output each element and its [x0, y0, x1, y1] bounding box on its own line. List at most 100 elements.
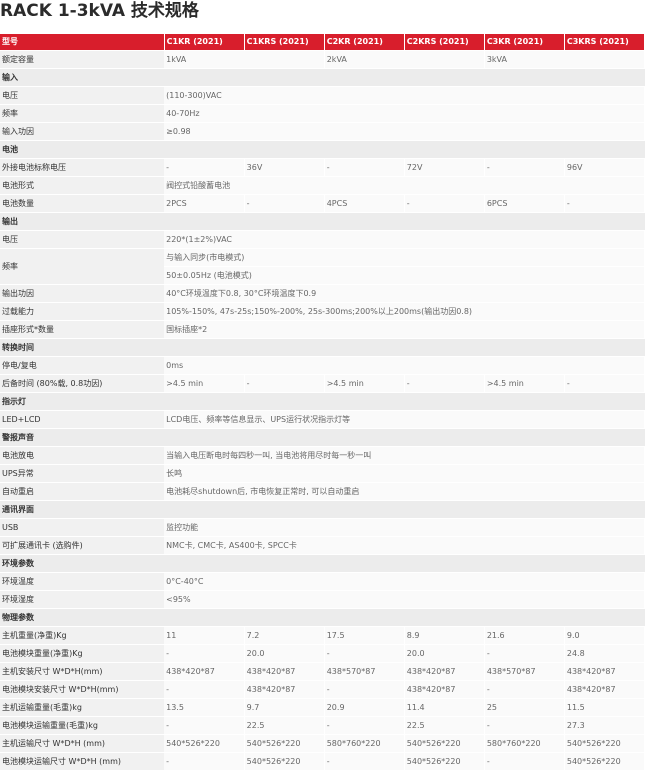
row-label: 电池模块重量(净重)Kg [0, 644, 165, 663]
table-cell: 438*570*87 [484, 662, 565, 681]
row-label: LED+LCD [0, 410, 165, 429]
table-cell: - [484, 158, 565, 177]
row-label: 主机运输重量(毛重)kg [0, 698, 165, 717]
page-title: RACK 1-3kVA 技术规格 [0, 1, 199, 21]
table-row: 电池模块运输尺寸 W*D*H (mm) -540*526*220-540*526*… [0, 752, 645, 771]
table-cell: LCD电压、频率等信息显示、UPS运行状况指示灯等 [164, 410, 645, 429]
row-label: 额定容量 [0, 50, 165, 69]
table-cell: - [164, 644, 245, 663]
table-cell: 36V [244, 158, 325, 177]
table-cell: 438*420*87 [404, 680, 485, 699]
table-cell: 6PCS [484, 194, 565, 213]
table-cell: 540*526*220 [164, 734, 245, 753]
section-title: 物理参数 [0, 608, 645, 627]
table-row: LED+LCD LCD电压、频率等信息显示、UPS运行状况指示灯等 [0, 410, 645, 429]
table-row: 输入功因 ≥0.98 [0, 122, 645, 141]
table-row: 外接电池标称电压 -36V -72V -96V [0, 158, 645, 177]
table-row: USB 监控功能 [0, 518, 645, 537]
table-row: 环境温度 0°C-40°C [0, 572, 645, 591]
table-cell: 4PCS [324, 194, 405, 213]
row-label: 主机重量(净重)Kg [0, 626, 165, 645]
table-cell: 0°C-40°C [164, 572, 645, 591]
table-cell: - [484, 716, 565, 735]
table-cell: 监控功能 [164, 518, 645, 537]
row-label: 停电/复电 [0, 356, 165, 375]
table-cell: 22.5 [404, 716, 485, 735]
table-cell: 96V [564, 158, 645, 177]
row-label: USB [0, 518, 165, 537]
table-cell: 国标插座*2 [164, 320, 645, 339]
section-title: 通讯界面 [0, 500, 645, 519]
row-label: 输入功因 [0, 122, 165, 141]
table-cell: - [164, 158, 245, 177]
header-model: C1KR (2021) [164, 34, 245, 51]
table-cell: - [164, 752, 245, 771]
table-cell: >4.5 min [484, 374, 565, 393]
header-label: 型号 [0, 34, 165, 51]
row-label: 输出功因 [0, 284, 165, 303]
table-row: 电池模块运输重量(毛重)kg -22.5-22.5-27.3 [0, 716, 645, 735]
table-cell: 25 [484, 698, 565, 717]
section-row: 指示灯 [0, 392, 645, 411]
header-model: C2KR (2021) [324, 34, 405, 51]
table-cell: - [564, 374, 645, 393]
table-cell: 72V [404, 158, 485, 177]
table-cell: 9.7 [244, 698, 325, 717]
table-cell: 438*570*87 [324, 662, 405, 681]
row-label: 电池模块运输重量(毛重)kg [0, 716, 165, 735]
row-label: 电压 [0, 86, 165, 105]
table-row: 后备时间 (80%载, 0.8功因) >4.5 min - >4.5 min - >4.5… [0, 374, 645, 393]
table-row: 额定容量 1kVA 2kVA 3kVA [0, 50, 645, 69]
row-label: 后备时间 (80%载, 0.8功因) [0, 374, 165, 393]
row-label: 电池模块安装尺寸 W*D*H(mm) [0, 680, 165, 699]
section-row: 环境参数 [0, 554, 645, 573]
table-cell: 438*420*87 [244, 680, 325, 699]
table-cell: 105%-150%, 47s-25s;150%-200%, 25s-300ms;… [164, 302, 645, 321]
table-row: 电池放电 当输入电压断电时每四秒一叫, 当电池将用尽时每一秒一叫 [0, 446, 645, 465]
table-cell: 220*(1±2%)VAC [164, 230, 645, 249]
section-row: 电池 [0, 140, 645, 159]
table-row: 自动重启 电池耗尽shutdown后, 市电恢复正常时, 可以自动重启 [0, 482, 645, 501]
row-label: 主机运输尺寸 W*D*H (mm) [0, 734, 165, 753]
section-row: 转换时间 [0, 338, 645, 357]
table-cell: 580*760*220 [324, 734, 405, 753]
table-cell: - [244, 374, 325, 393]
row-label: 电池形式 [0, 176, 165, 195]
table-cell: - [484, 644, 565, 663]
table-row: 输出功因 40°C环境温度下0.8, 30°C环境温度下0.9 [0, 284, 645, 303]
row-label: 环境湿度 [0, 590, 165, 609]
table-cell: 22.5 [244, 716, 325, 735]
row-label: 频率 [0, 248, 165, 285]
table-cell: ≥0.98 [164, 122, 645, 141]
section-title: 电池 [0, 140, 645, 159]
table-cell: 540*526*220 [564, 752, 645, 771]
table-cell: 438*420*87 [564, 680, 645, 699]
table-cell: - [404, 374, 485, 393]
cell-line: 与输入同步(市电模式) [166, 253, 245, 262]
table-cell: 9.0 [564, 626, 645, 645]
table-row: 主机安装尺寸 W*D*H(mm) 438*420*87 438*420*87 438*… [0, 662, 645, 681]
spec-table: 型号 C1KR (2021) C1KRS (2021) C2KR (2021) … [0, 34, 645, 771]
row-label: 插座形式*数量 [0, 320, 165, 339]
table-cell: 0ms [164, 356, 645, 375]
row-label: 外接电池标称电压 [0, 158, 165, 177]
table-row: 过载能力 105%-150%, 47s-25s;150%-200%, 25s-30… [0, 302, 645, 321]
table-cell: 11.5 [564, 698, 645, 717]
table-cell: 24.8 [564, 644, 645, 663]
table-cell: 11.4 [404, 698, 485, 717]
row-label: 电池数量 [0, 194, 165, 213]
table-cell: 20.0 [244, 644, 325, 663]
table-row: 电池模块重量(净重)Kg -20.0-20.0-24.8 [0, 644, 645, 663]
table-cell: - [324, 716, 405, 735]
table-cell: (110-300)VAC [164, 86, 645, 105]
table-row: 频率 40-70Hz [0, 104, 645, 123]
header-model: C3KRS (2021) [564, 34, 645, 51]
section-title: 指示灯 [0, 392, 645, 411]
table-row: 插座形式*数量 国标插座*2 [0, 320, 645, 339]
table-cell: - [404, 194, 485, 213]
row-label: 电池模块运输尺寸 W*D*H (mm) [0, 752, 165, 771]
table-cell: - [324, 752, 405, 771]
table-row: 电压 (110-300)VAC [0, 86, 645, 105]
table-row: 可扩展通讯卡 (选购件) NMC卡, CMC卡, AS400卡, SPCC卡 [0, 536, 645, 555]
table-cell: 电池耗尽shutdown后, 市电恢复正常时, 可以自动重启 [164, 482, 645, 501]
